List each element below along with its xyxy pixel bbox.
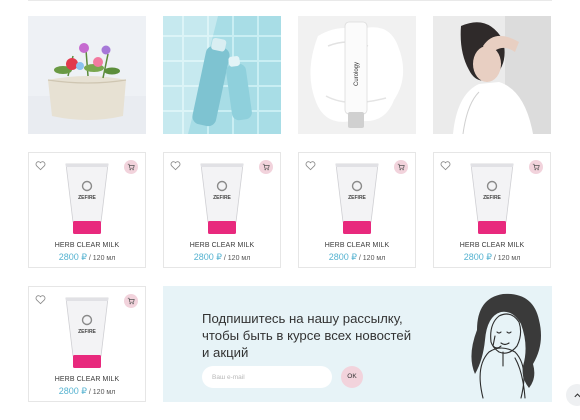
add-to-cart-button[interactable]: [394, 160, 408, 174]
product-brand: ZEFIRE: [78, 329, 96, 335]
chevron-up-icon: [573, 392, 580, 397]
product-card[interactable]: ZEFIRE HERB CLEAR MILK 2800 ₽ / 120 мл: [433, 152, 551, 268]
product-name[interactable]: HERB CLEAR MILK: [299, 242, 415, 249]
heart-icon[interactable]: [35, 160, 46, 171]
price-volume: / 120 мл: [88, 389, 116, 396]
heart-icon[interactable]: [305, 160, 316, 171]
product-price: 2800 ₽ / 120 мл: [29, 386, 145, 397]
price-volume: / 120 мл: [493, 255, 521, 262]
newsletter-title-line: чтобы быть в курсе всех новостей: [202, 328, 412, 343]
add-to-cart-button[interactable]: [124, 160, 138, 174]
price-volume: / 120 мл: [88, 255, 116, 262]
add-to-cart-button[interactable]: [529, 160, 543, 174]
subscribe-ok-button[interactable]: OK: [341, 366, 363, 388]
woman-line-illustration: [471, 293, 541, 399]
photo-cosmetic-bag[interactable]: [28, 16, 146, 134]
product-tube-image: ZEFIRE: [335, 163, 379, 234]
newsletter-title: Подпишитесь на нашу рассылку, чтобы быть…: [202, 310, 432, 361]
email-input[interactable]: [202, 366, 332, 388]
heart-icon[interactable]: [35, 294, 46, 305]
price-volume: / 120 мл: [358, 255, 386, 262]
product-tube-image: ZEFIRE: [65, 297, 109, 368]
newsletter-section: Подпишитесь на нашу рассылку, чтобы быть…: [163, 286, 552, 402]
cart-icon: [262, 163, 270, 171]
product-tube-image: ZEFIRE: [470, 163, 514, 234]
product-name[interactable]: HERB CLEAR MILK: [29, 242, 145, 249]
top-divider: [28, 0, 552, 1]
product-name[interactable]: HERB CLEAR MILK: [434, 242, 550, 249]
product-tube-image: ZEFIRE: [200, 163, 244, 234]
scroll-top-button[interactable]: [566, 384, 580, 406]
product-name[interactable]: HERB CLEAR MILK: [164, 242, 280, 249]
product-card[interactable]: ZEFIRE HERB CLEAR MILK 2800 ₽ / 120 мл: [298, 152, 416, 268]
newsletter-title-line: Подпишитесь на нашу рассылку,: [202, 311, 403, 326]
photo-curology-bottle[interactable]: Curology: [298, 16, 416, 134]
cart-icon: [127, 163, 135, 171]
product-brand: ZEFIRE: [213, 195, 231, 201]
cart-icon: [397, 163, 405, 171]
price-amount: 2800 ₽: [58, 252, 87, 262]
product-brand: ZEFIRE: [78, 195, 96, 201]
add-to-cart-button[interactable]: [124, 294, 138, 308]
curology-brand-text: Curology: [354, 62, 360, 86]
product-price: 2800 ₽ / 120 мл: [434, 252, 550, 263]
price-amount: 2800 ₽: [193, 252, 222, 262]
product-price: 2800 ₽ / 120 мл: [299, 252, 415, 263]
product-card[interactable]: ZEFIRE HERB CLEAR MILK 2800 ₽ / 120 мл: [28, 152, 146, 268]
cart-icon: [127, 297, 135, 305]
price-amount: 2800 ₽: [58, 386, 87, 396]
photo-woman-portrait[interactable]: [433, 16, 551, 134]
product-tube-image: ZEFIRE: [65, 163, 109, 234]
add-to-cart-button[interactable]: [259, 160, 273, 174]
product-brand: ZEFIRE: [483, 195, 501, 201]
newsletter-title-line: и акций: [202, 345, 249, 360]
price-amount: 2800 ₽: [328, 252, 357, 262]
product-brand: ZEFIRE: [348, 195, 366, 201]
price-amount: 2800 ₽: [463, 252, 492, 262]
heart-icon[interactable]: [170, 160, 181, 171]
product-card[interactable]: ZEFIRE HERB CLEAR MILK 2800 ₽ / 120 мл: [28, 286, 146, 402]
product-name[interactable]: HERB CLEAR MILK: [29, 376, 145, 383]
price-volume: / 120 мл: [223, 255, 251, 262]
cart-icon: [532, 163, 540, 171]
product-price: 2800 ₽ / 120 мл: [164, 252, 280, 263]
heart-icon[interactable]: [440, 160, 451, 171]
product-card[interactable]: ZEFIRE HERB CLEAR MILK 2800 ₽ / 120 мл: [163, 152, 281, 268]
photo-blue-bottles[interactable]: [163, 16, 281, 134]
product-price: 2800 ₽ / 120 мл: [29, 252, 145, 263]
